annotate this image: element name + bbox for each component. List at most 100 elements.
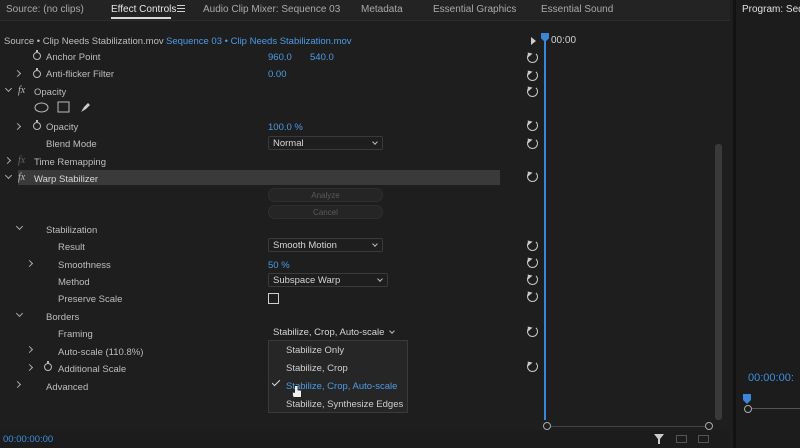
- reset-icon[interactable]: [527, 138, 538, 149]
- blend-mode-value: Normal: [273, 138, 304, 149]
- result-label: Result: [58, 242, 85, 253]
- menu-item-stabilize-crop[interactable]: Stabilize, Crop: [286, 363, 348, 374]
- reset-icon[interactable]: [527, 120, 538, 131]
- reset-icon[interactable]: [527, 52, 538, 63]
- tab-source[interactable]: Source: (no clips): [6, 4, 84, 15]
- chevron-right-icon[interactable]: [25, 363, 34, 372]
- chevron-down-icon[interactable]: [4, 84, 13, 93]
- chevron-right-icon[interactable]: [13, 380, 22, 389]
- source-clip-label[interactable]: Source • Clip Needs Stabilization.mov: [4, 36, 164, 47]
- advanced-label[interactable]: Advanced: [46, 382, 88, 393]
- smoothness-value[interactable]: 50 %: [268, 260, 290, 271]
- analyze-button[interactable]: Analyze: [268, 188, 383, 202]
- program-timecode[interactable]: 00:00:00:: [748, 372, 794, 384]
- play-only-icon[interactable]: [531, 37, 536, 45]
- active-tab-indicator: [111, 17, 171, 19]
- anchor-point-label: Anchor Point: [46, 52, 101, 63]
- reset-icon[interactable]: [527, 86, 538, 97]
- chevron-right-icon[interactable]: [13, 122, 22, 131]
- chevron-down-icon[interactable]: [15, 309, 24, 318]
- timeline-zoom-track[interactable]: [551, 426, 705, 427]
- framing-label: Framing: [58, 329, 93, 340]
- opacity-value[interactable]: 100.0 %: [268, 122, 303, 133]
- chevron-down-icon: [377, 276, 383, 282]
- stopwatch-icon[interactable]: [33, 50, 41, 60]
- result-dropdown[interactable]: Smooth Motion: [268, 238, 383, 252]
- additional-scale-label: Additional Scale: [58, 364, 127, 375]
- reset-icon[interactable]: [527, 257, 538, 268]
- tab-effect-controls[interactable]: Effect Controls: [111, 4, 176, 15]
- stopwatch-icon[interactable]: [33, 68, 41, 78]
- chevron-down-icon: [372, 241, 378, 247]
- tab-metadata[interactable]: Metadata: [361, 4, 403, 15]
- opacity-label: Opacity: [46, 122, 79, 133]
- chevron-down-icon: [372, 139, 378, 145]
- reset-icon[interactable]: [527, 70, 538, 81]
- rectangle-mask-icon[interactable]: [57, 101, 70, 113]
- borders-label: Borders: [46, 312, 80, 323]
- stopwatch-icon[interactable]: [33, 120, 41, 130]
- program-zoom-slider[interactable]: [745, 408, 800, 409]
- chevron-down-icon: [389, 328, 395, 334]
- warp-stabilizer-label[interactable]: Warp Stabilizer: [34, 174, 98, 185]
- result-value: Smooth Motion: [273, 240, 337, 251]
- ellipse-mask-icon[interactable]: [34, 102, 49, 113]
- reset-icon[interactable]: [527, 171, 538, 182]
- panel-menu-icon[interactable]: [177, 5, 185, 12]
- framing-dropdown[interactable]: Stabilize, Crop, Auto-scale: [268, 325, 400, 339]
- reset-icon[interactable]: [527, 240, 538, 251]
- program-playhead-icon[interactable]: [743, 394, 751, 404]
- tab-audio-clip-mixer[interactable]: Audio Clip Mixer: Sequence 03: [203, 4, 340, 15]
- chevron-down-icon[interactable]: [4, 171, 13, 180]
- anchor-point-y[interactable]: 540.0: [310, 52, 334, 63]
- method-value: Subspace Warp: [273, 275, 341, 286]
- blend-mode-label: Blend Mode: [46, 139, 97, 150]
- vertical-scrollbar[interactable]: [715, 144, 722, 420]
- effect-timeline[interactable]: [545, 30, 720, 430]
- chevron-right-icon[interactable]: [25, 259, 34, 268]
- smoothness-label: Smoothness: [58, 260, 111, 271]
- tab-essential-sound[interactable]: Essential Sound: [541, 4, 613, 15]
- export-icon[interactable]: [698, 435, 709, 443]
- timeline-ruler-time: 00:00: [551, 35, 577, 46]
- reset-icon[interactable]: [527, 291, 538, 302]
- fx-icon[interactable]: fx: [18, 155, 25, 166]
- auto-scale-label: Auto-scale (110.8%): [58, 347, 144, 358]
- reset-icon[interactable]: [527, 274, 538, 285]
- anti-flicker-label: Anti-flicker Filter: [46, 69, 115, 80]
- play-audio-icon[interactable]: [676, 435, 687, 443]
- timeline-zoom-right-handle[interactable]: [705, 422, 713, 430]
- tab-essential-graphics[interactable]: Essential Graphics: [433, 4, 516, 15]
- stopwatch-icon[interactable]: [44, 361, 52, 371]
- chevron-down-icon[interactable]: [15, 222, 24, 231]
- anchor-point-x[interactable]: 960.0: [268, 52, 292, 63]
- menu-item-stabilize-only[interactable]: Stabilize Only: [286, 345, 344, 356]
- program-monitor-title[interactable]: Program: Sequ: [742, 4, 800, 15]
- blend-mode-dropdown[interactable]: Normal: [268, 136, 383, 150]
- time-remapping-label[interactable]: Time Remapping: [34, 157, 106, 168]
- fx-icon[interactable]: fx: [18, 172, 25, 183]
- chevron-right-icon[interactable]: [3, 156, 12, 165]
- program-zoom-handle[interactable]: [744, 405, 752, 413]
- preserve-scale-checkbox[interactable]: [268, 293, 279, 304]
- method-label: Method: [58, 277, 90, 288]
- chevron-right-icon[interactable]: [25, 345, 34, 354]
- menu-item-stabilize-synthesize-edges[interactable]: Stabilize, Synthesize Edges: [286, 399, 403, 410]
- opacity-section-label[interactable]: Opacity: [34, 87, 66, 98]
- current-time-display[interactable]: 00:00:00:00: [3, 434, 53, 445]
- method-dropdown[interactable]: Subspace Warp: [268, 273, 388, 287]
- cancel-button[interactable]: Cancel: [268, 205, 383, 219]
- preserve-scale-label: Preserve Scale: [58, 294, 123, 305]
- framing-value: Stabilize, Crop, Auto-scale: [273, 327, 385, 338]
- panel-footer: [0, 431, 730, 448]
- menu-item-stabilize-crop-auto-scale[interactable]: Stabilize, Crop, Auto-scale: [286, 381, 397, 392]
- pen-mask-icon[interactable]: [79, 100, 93, 114]
- timeline-zoom-left-handle[interactable]: [543, 422, 551, 430]
- chevron-right-icon[interactable]: [13, 69, 22, 78]
- reset-icon[interactable]: [527, 326, 538, 337]
- fx-icon[interactable]: fx: [18, 85, 25, 96]
- sequence-clip-label[interactable]: Sequence 03 • Clip Needs Stabilization.m…: [166, 36, 352, 47]
- playhead-line[interactable]: [544, 36, 546, 420]
- reset-icon[interactable]: [527, 361, 538, 372]
- anti-flicker-value[interactable]: 0.00: [268, 69, 287, 80]
